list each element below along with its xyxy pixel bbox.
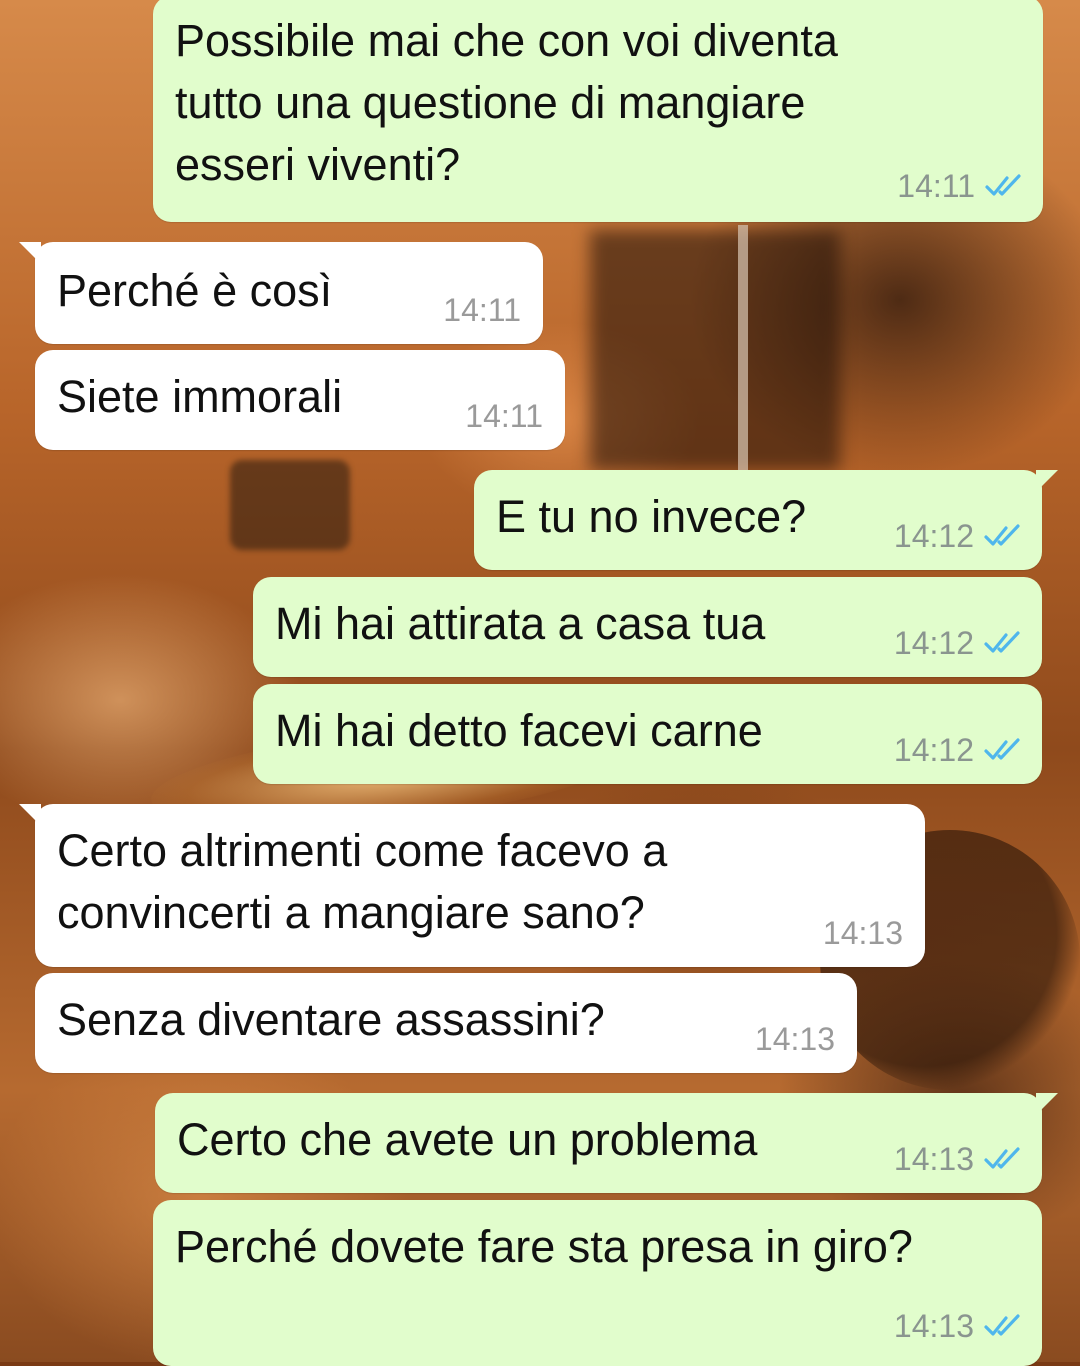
double-check-icon (984, 1314, 1024, 1338)
message-time: 14:13 (754, 1021, 835, 1057)
message-time: 14:12 (893, 732, 974, 768)
wallpaper-stand (738, 225, 748, 470)
message-meta: 14:12 (894, 625, 1024, 661)
message-meta: 14:13 (823, 915, 903, 951)
message-time: 14:12 (893, 518, 974, 554)
message-text: Certo che avete un problema (177, 1114, 758, 1165)
message-text: Perché è così (57, 265, 333, 316)
message-bubble-outgoing[interactable]: Mi hai attirata a casa tua 14:12 (253, 577, 1042, 677)
message-text: Possibile mai che con voi diventa tutto … (175, 15, 838, 190)
message-time: 14:13 (893, 1141, 974, 1177)
double-check-icon (984, 1147, 1024, 1171)
message-bubble-incoming[interactable]: Siete immorali 14:11 (35, 350, 565, 450)
message-text: Perché dovete fare sta presa in giro? (175, 1221, 913, 1272)
message-meta: 14:11 (897, 168, 1025, 204)
message-time: 14:13 (822, 915, 903, 951)
double-check-icon (984, 738, 1024, 762)
message-text: Siete immorali (57, 371, 343, 422)
message-meta: 14:11 (465, 398, 543, 434)
double-check-icon (984, 524, 1024, 548)
message-text: E tu no invece? (496, 491, 807, 542)
bubble-tail (1036, 470, 1058, 492)
message-text: Senza diventare assassini? (57, 994, 605, 1045)
message-bubble-incoming[interactable]: Senza diventare assassini? 14:13 (35, 973, 857, 1073)
double-check-icon (985, 174, 1025, 198)
message-meta: 14:13 (894, 1141, 1024, 1177)
message-bubble-outgoing[interactable]: Certo che avete un problema 14:13 (155, 1093, 1058, 1193)
message-meta: 14:13 (894, 1308, 1024, 1344)
message-bubble-outgoing[interactable]: E tu no invece? 14:12 (474, 470, 1058, 570)
bubble-tail (19, 242, 41, 264)
message-bubble-incoming[interactable]: Perché è così 14:11 (19, 242, 543, 344)
bubble-tail (1036, 1093, 1058, 1115)
message-bubble-outgoing[interactable]: Perché dovete fare sta presa in giro? 14… (153, 1200, 1042, 1366)
message-bubble-incoming[interactable]: Certo altrimenti come facevo a convincer… (19, 804, 925, 967)
message-time: 14:13 (893, 1308, 974, 1344)
message-meta: 14:12 (894, 518, 1024, 554)
wallpaper-hardware (230, 460, 350, 550)
message-text: Mi hai detto facevi carne (275, 705, 763, 756)
double-check-icon (984, 631, 1024, 655)
message-time: 14:11 (443, 292, 521, 328)
message-meta: 14:13 (755, 1021, 835, 1057)
bubble-tail (19, 804, 41, 826)
message-time: 14:12 (893, 625, 974, 661)
message-meta: 14:12 (894, 732, 1024, 768)
message-text: Certo altrimenti come facevo a convincer… (57, 825, 668, 938)
wallpaper-dark-area (590, 230, 840, 470)
message-bubble-outgoing[interactable]: Mi hai detto facevi carne 14:12 (253, 684, 1042, 784)
message-time: 14:11 (897, 168, 975, 204)
message-bubble-outgoing[interactable]: Possibile mai che con voi diventa tutto … (153, 0, 1043, 222)
message-text: Mi hai attirata a casa tua (275, 598, 766, 649)
message-meta: 14:11 (443, 292, 521, 328)
message-time: 14:11 (465, 398, 543, 434)
